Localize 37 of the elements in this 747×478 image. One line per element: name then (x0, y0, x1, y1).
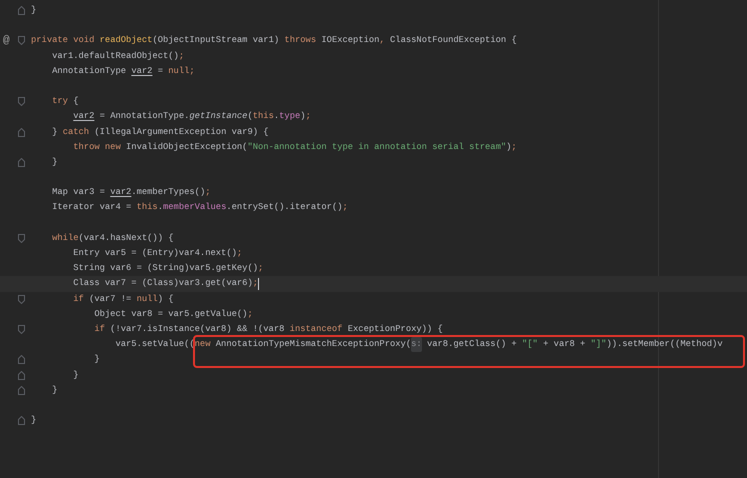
code-line: if (!var7.isInstance(var8) && !(var8 instanceof ExceptionProxy)) { (93, 322, 443, 336)
fold-icon[interactable] (18, 36, 25, 46)
code-line: Entry var5 = (Entry)var4.next(); (72, 247, 242, 260)
code-line: throw new InvalidObjectException("Non-annotation type in annotation serial stream"); (72, 140, 517, 154)
code-line: AnnotationType var2 = null; (51, 64, 195, 78)
code-line: private void readObject(ObjectInputStream var1) throws IOException, ClassNotFoundException { (31, 34, 517, 48)
code-line: } (93, 353, 100, 366)
code-line: Class var7 = (Class)var3.get(var6); (72, 276, 259, 292)
fold-icon[interactable] (18, 234, 25, 243)
code-line: Map var3 = var2.memberTypes(); (51, 186, 210, 200)
text-cursor (258, 278, 259, 290)
code-line: String var6 = (String)var5.getKey(); (72, 262, 264, 276)
code-line: } (31, 4, 36, 17)
code-line: var2 = AnnotationType.getInstance(this.type); (72, 110, 311, 124)
fold-icon[interactable] (18, 6, 25, 16)
code-line: Iterator var4 = this.memberValues.entrySet().iterator(); (51, 201, 348, 214)
override-marker[interactable]: @ (3, 34, 10, 47)
fold-icon[interactable] (18, 416, 25, 426)
code-line: var1.defaultReadObject(); (51, 50, 184, 63)
code-line: while(var4.hasNext()) { (51, 232, 174, 245)
code-line: var5.setValue((new AnnotationTypeMismatchExceptionProxy(s: var8.getClass() + "[" + var8 + "]")).setMember((Method)v (31, 337, 723, 352)
code-line: try { (51, 95, 79, 108)
code-line: Object var8 = var5.getValue(); (93, 308, 253, 321)
fold-icon[interactable] (18, 370, 25, 380)
fold-icon[interactable] (18, 97, 25, 106)
code-line: } (51, 156, 58, 169)
fold-icon[interactable] (18, 325, 25, 334)
code-line: if (var7 != null) { (72, 292, 174, 306)
fold-icon[interactable] (18, 158, 25, 167)
fold-icon[interactable] (18, 294, 25, 304)
code-line: } (51, 384, 58, 397)
code-line: } catch (IllegalArgumentException var9) { (51, 126, 269, 138)
fold-icon[interactable] (18, 386, 25, 395)
fold-icon[interactable] (18, 355, 25, 364)
fold-icon[interactable] (18, 128, 25, 137)
code-line: } (72, 368, 79, 382)
code-line: } (31, 414, 36, 428)
